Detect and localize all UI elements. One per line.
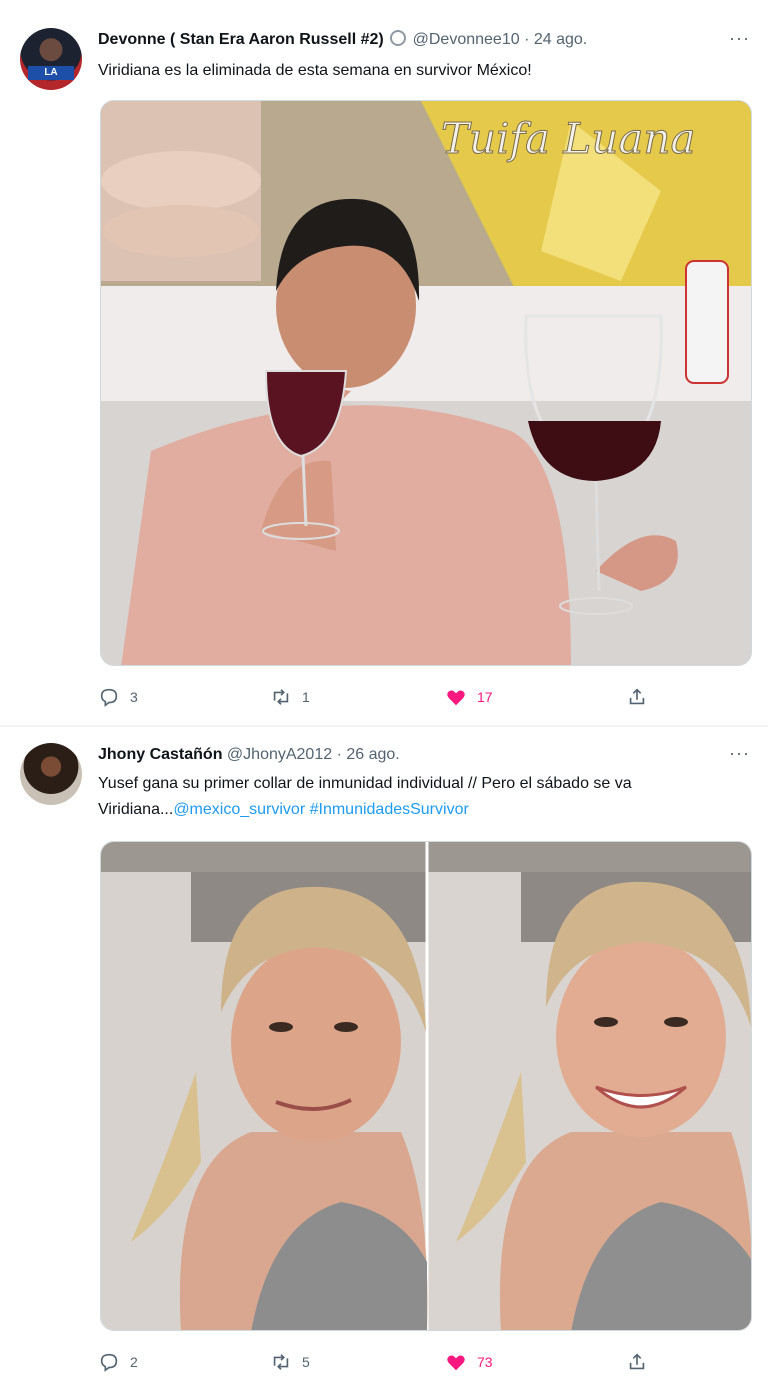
retweet-count: 5: [302, 1354, 310, 1370]
like-button[interactable]: 73: [445, 1350, 493, 1374]
tweet-text: Yusef gana su primer collar de inmunidad…: [98, 771, 748, 823]
separator: ·: [524, 31, 530, 48]
tweet-actions: 2 5 73: [98, 1350, 658, 1374]
photo-woman-wine-glasses: Tuifa Luana: [101, 101, 751, 665]
verified-icon: [390, 30, 407, 46]
photo-collage-two-faces: [101, 842, 751, 1330]
like-button[interactable]: 17: [445, 685, 493, 709]
tweet-header: Devonne ( Stan Era Aaron Russell #2) @De…: [98, 30, 587, 50]
tweet-date[interactable]: 24 ago.: [534, 31, 587, 48]
separator: ·: [336, 746, 342, 763]
like-icon: [447, 1355, 465, 1371]
tweet-header: Jhony Castañón @JhonyA2012 · 26 ago.: [98, 745, 400, 765]
tweet-text-line2: Viridiana...: [98, 801, 174, 818]
tweet-photo[interactable]: Tuifa Luana: [100, 100, 752, 666]
author-handle[interactable]: @JhonyA2012: [227, 746, 332, 763]
avatar[interactable]: [20, 743, 82, 805]
tweet-actions: 3 1 17: [98, 685, 658, 709]
reply-button[interactable]: 2: [98, 1350, 138, 1374]
tweet[interactable]: LA Devonne ( Stan Era Aaron Russell #2) …: [0, 0, 768, 726]
reply-icon: [100, 1353, 118, 1372]
tweet-text: Viridiana es la eliminada de esta semana…: [98, 62, 532, 79]
like-icon: [447, 690, 465, 706]
tweet-date[interactable]: 26 ago.: [346, 746, 399, 763]
reply-icon: [100, 688, 118, 707]
share-button[interactable]: [626, 685, 648, 709]
hashtag-link[interactable]: #InmunidadesSurvivor: [310, 801, 469, 818]
share-icon: [629, 1353, 645, 1370]
share-icon: [629, 688, 645, 705]
share-button[interactable]: [626, 1350, 648, 1374]
reply-button[interactable]: 3: [98, 685, 138, 709]
author-name[interactable]: Jhony Castañón: [98, 746, 222, 763]
like-count: 73: [477, 1354, 493, 1370]
retweet-button[interactable]: 5: [270, 1350, 310, 1374]
photo-wall-text: Tuifa Luana: [441, 114, 696, 163]
more-icon[interactable]: ···: [729, 28, 750, 49]
reply-count: 2: [130, 1354, 138, 1370]
retweet-button[interactable]: 1: [270, 685, 310, 709]
reply-count: 3: [130, 689, 138, 705]
avatar-badge: LA: [28, 66, 74, 80]
mention-link[interactable]: @mexico_survivor: [173, 801, 305, 818]
author-handle[interactable]: @Devonnee10: [413, 31, 520, 48]
retweet-icon: [273, 1354, 289, 1370]
avatar[interactable]: LA: [20, 28, 82, 90]
like-count: 17: [477, 689, 493, 705]
tweet-text-line1: Yusef gana su primer collar de inmunidad…: [98, 775, 632, 792]
retweet-icon: [273, 689, 289, 705]
tweet[interactable]: Jhony Castañón @JhonyA2012 · 26 ago. ···…: [0, 727, 768, 1382]
more-icon[interactable]: ···: [729, 743, 750, 764]
retweet-count: 1: [302, 689, 310, 705]
tweet-photo[interactable]: [100, 841, 752, 1331]
author-name[interactable]: Devonne ( Stan Era Aaron Russell #2): [98, 31, 384, 48]
